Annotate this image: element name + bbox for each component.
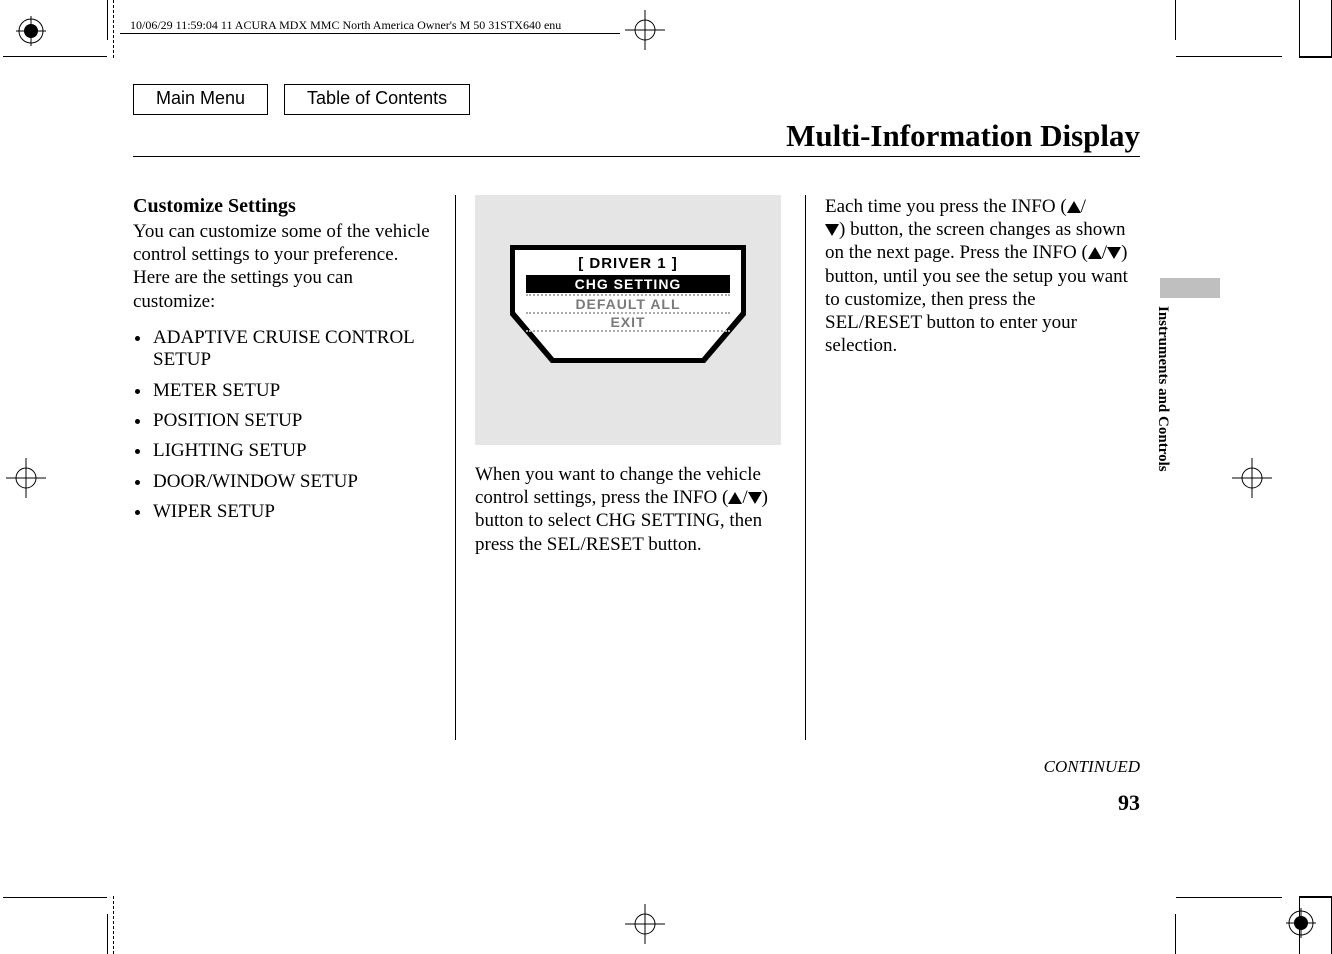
crop-mark-icon xyxy=(113,0,114,58)
display-row: EXIT xyxy=(526,314,730,330)
title-rule xyxy=(133,156,1140,157)
triangle-down-icon xyxy=(1107,247,1121,259)
triangle-up-icon xyxy=(728,492,742,504)
crop-mark-icon xyxy=(3,897,107,898)
triangle-down-icon xyxy=(748,492,762,504)
crosshair-icon xyxy=(1232,458,1272,498)
list-item-label: WIPER SETUP xyxy=(153,501,275,522)
list-item: LIGHTING SETUP xyxy=(133,440,433,462)
document-meta: 10/06/29 11:59:04 11 ACURA MDX MMC North… xyxy=(130,18,640,33)
crop-mark-icon xyxy=(107,914,108,954)
settings-list: ADAPTIVE CRUISE CONTROL SETUP METER SETU… xyxy=(133,327,433,524)
crop-mark-icon xyxy=(1299,898,1300,954)
col3-paragraph: Each time you press the INFO (/) button,… xyxy=(825,195,1133,357)
list-item-label: POSITION SETUP xyxy=(153,410,302,431)
list-item: DOOR/WINDOW SETUP xyxy=(133,471,433,493)
tab-marker xyxy=(1160,278,1220,298)
continued-label: CONTINUED xyxy=(1044,757,1140,777)
crosshair-icon xyxy=(6,458,46,498)
main-menu-button[interactable]: Main Menu xyxy=(133,84,268,115)
triangle-up-icon xyxy=(1067,201,1081,213)
list-item: METER SETUP xyxy=(133,380,433,402)
crop-mark-icon xyxy=(1299,56,1332,58)
crop-mark-icon xyxy=(1175,0,1176,40)
display-row: DEFAULT ALL xyxy=(526,296,730,312)
section-tab: Instruments and Controls xyxy=(1160,278,1180,522)
list-item: WIPER SETUP xyxy=(133,501,433,523)
header-rule xyxy=(120,33,620,34)
crop-mark-icon xyxy=(1175,914,1176,954)
mid-display-illustration: [ DRIVER 1 ] CHG SETTING DEFAULT ALL EXI… xyxy=(475,195,781,445)
triangle-down-icon xyxy=(825,224,839,236)
list-item-label: ADAPTIVE CRUISE CONTROL SETUP xyxy=(153,327,414,370)
registration-mark-icon xyxy=(16,16,46,46)
list-item-label: LIGHTING SETUP xyxy=(153,440,307,461)
section-tab-label: Instruments and Controls xyxy=(1154,306,1171,472)
crosshair-icon xyxy=(625,904,665,944)
list-item: ADAPTIVE CRUISE CONTROL SETUP xyxy=(133,327,433,372)
list-item-label: DOOR/WINDOW SETUP xyxy=(153,471,358,492)
crop-mark-icon xyxy=(1176,897,1282,898)
triangle-up-icon xyxy=(1088,247,1102,259)
crop-mark-icon xyxy=(1299,0,1300,56)
text-fragment: When you want to change the vehicle cont… xyxy=(475,464,761,508)
intro-paragraph: You can customize some of the vehicle co… xyxy=(133,220,433,313)
display-row-selected: CHG SETTING xyxy=(526,275,730,293)
document-meta-text: 10/06/29 11:59:04 11 ACURA MDX MMC North… xyxy=(130,18,561,32)
crop-mark-icon xyxy=(113,896,114,954)
col2-paragraph: When you want to change the vehicle cont… xyxy=(475,463,781,556)
list-item-label: METER SETUP xyxy=(153,380,280,401)
crop-mark-icon xyxy=(1176,56,1282,57)
main-menu-label: Main Menu xyxy=(156,88,245,108)
display-header: [ DRIVER 1 ] xyxy=(520,255,736,272)
section-heading: Customize Settings xyxy=(133,195,433,218)
toc-label: Table of Contents xyxy=(307,88,447,108)
page-title: Multi-Information Display xyxy=(786,118,1140,154)
list-item: POSITION SETUP xyxy=(133,410,433,432)
crop-mark-icon xyxy=(1299,896,1332,898)
text-fragment: Each time you press the INFO ( xyxy=(825,196,1067,217)
text-fragment: ) button, the screen changes as shown on… xyxy=(825,219,1126,263)
table-of-contents-button[interactable]: Table of Contents xyxy=(284,84,470,115)
registration-mark-icon xyxy=(1286,908,1316,938)
crop-mark-icon xyxy=(107,0,108,40)
page-number: 93 xyxy=(1118,790,1140,816)
crop-mark-icon xyxy=(3,56,107,57)
